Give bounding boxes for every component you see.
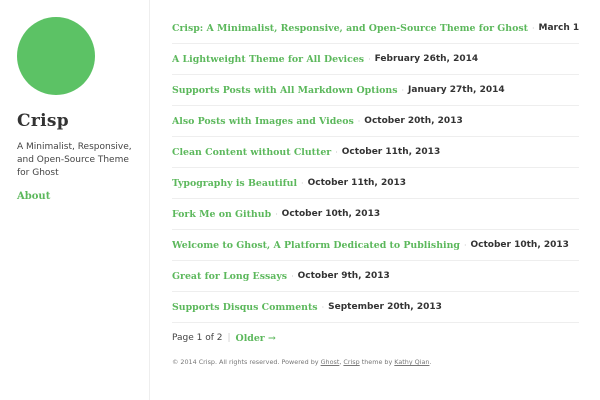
footer-author-link[interactable]: Kathy Qian [394,358,429,366]
post-separator: · [275,209,278,219]
post-title-link[interactable]: Crisp: A Minimalist, Responsive, and Ope… [172,23,528,34]
post-date: October 11th, 2013 [341,147,441,157]
post-item: Also Posts with Images and Videos · Octo… [172,106,579,137]
post-date: September 20th, 2013 [328,302,442,312]
avatar[interactable] [17,17,95,95]
footer-theme-by: theme by [361,358,393,366]
post-separator: · [335,147,338,157]
footer-prefix: © 2014 Crisp. All rights reserved. Power… [172,358,319,366]
post-date: October 10th, 2013 [470,240,569,250]
post-title-link[interactable]: Supports Posts with All Markdown Options [172,85,397,96]
post-item: A Lightweight Theme for All Devices · Fe… [172,44,579,75]
post-separator: · [291,271,294,281]
post-date: October 11th, 2013 [307,178,407,188]
post-separator: · [368,54,371,64]
post-title-link[interactable]: Also Posts with Images and Videos [172,116,354,127]
post-item: Supports Posts with All Markdown Options… [172,75,579,106]
post-item: Fork Me on Github · October 10th, 2013 [172,199,579,230]
post-title-link[interactable]: Welcome to Ghost, A Platform Dedicated t… [172,240,460,251]
pagination: Page 1 of 2 | Older → [172,323,579,353]
post-date: March 16th, 2014 [538,23,579,33]
footer-ghost-link[interactable]: Ghost [321,358,340,366]
footer-suffix: . [429,358,432,366]
footer-crisp-link[interactable]: Crisp [343,358,359,366]
post-item: Great for Long Essays · October 9th, 201… [172,261,579,292]
post-date: October 10th, 2013 [281,209,381,219]
post-date: October 9th, 2013 [297,271,390,281]
post-title-link[interactable]: Great for Long Essays [172,271,287,282]
post-separator: · [531,23,535,33]
post-item: Typography is Beautiful · October 11th, … [172,168,579,199]
post-title-link[interactable]: Typography is Beautiful [172,178,297,189]
pagination-separator: | [227,333,231,343]
post-title-link[interactable]: A Lightweight Theme for All Devices [172,54,364,65]
post-item: Welcome to Ghost, A Platform Dedicated t… [172,230,579,261]
main-content: Crisp: A Minimalist, Responsive, and Ope… [172,13,579,366]
site-title[interactable]: Crisp [17,110,69,132]
post-title-link[interactable]: Clean Content without Clutter [172,147,331,158]
post-item: Clean Content without Clutter · October … [172,137,579,168]
post-date: February 26th, 2014 [374,54,479,64]
footer: © 2014 Crisp. All rights reserved. Power… [172,358,579,366]
nav-about-link[interactable]: About [17,190,50,204]
post-item: Crisp: A Minimalist, Responsive, and Ope… [172,13,579,44]
post-separator: · [321,302,325,312]
post-date: January 27th, 2014 [408,85,505,95]
post-separator: · [463,240,467,250]
post-separator: · [301,178,304,188]
older-posts-link[interactable]: Older → [236,333,276,344]
post-list: Crisp: A Minimalist, Responsive, and Ope… [172,13,579,323]
post-separator: · [401,85,405,95]
post-date: October 20th, 2013 [364,116,463,126]
sidebar: Crisp A Minimalist, Responsive, and Open… [0,0,150,400]
post-item: Supports Disqus Comments · September 20t… [172,292,579,323]
site-description: A Minimalist, Responsive, and Open-Sourc… [17,142,132,178]
page-info: Page 1 of 2 [172,333,223,343]
post-separator: · [357,116,361,126]
post-title-link[interactable]: Supports Disqus Comments [172,302,318,313]
post-title-link[interactable]: Fork Me on Github [172,209,271,220]
